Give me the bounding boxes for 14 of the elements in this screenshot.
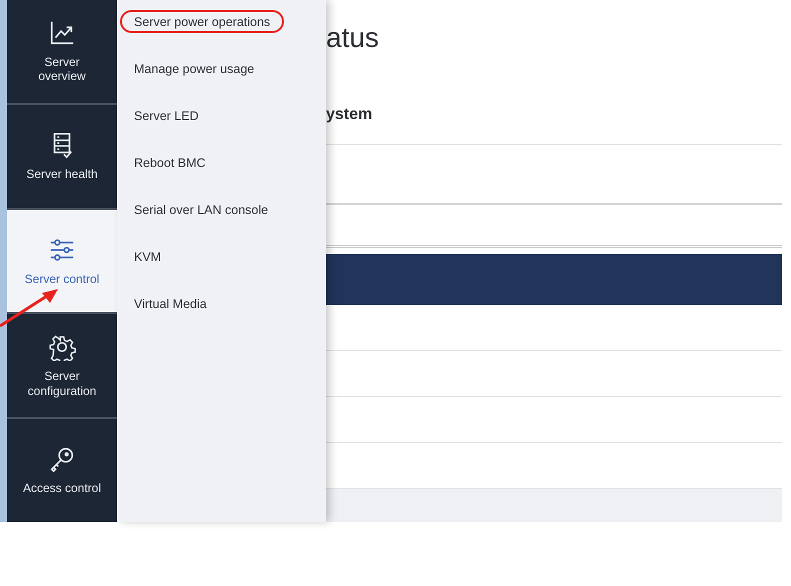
submenu-item[interactable]: Server LED [120,104,213,127]
nav-item[interactable]: Server control [7,210,117,314]
section-title: ystem [326,106,374,125]
key-icon [48,445,76,474]
settings-icon [48,333,76,362]
submenu-item[interactable]: Serial over LAN console [120,198,282,221]
submenu-item[interactable]: Manage power usage [120,57,268,80]
submenu-item[interactable]: KVM [120,245,176,268]
submenu-item[interactable]: Server power operations [120,10,284,33]
nav-item[interactable]: Access control [7,419,117,522]
page-title: atus [326,22,380,55]
chart-icon [48,19,76,47]
submenu-item[interactable]: Virtual Media [120,292,221,315]
submenu-item[interactable]: Reboot BMC [120,151,220,174]
